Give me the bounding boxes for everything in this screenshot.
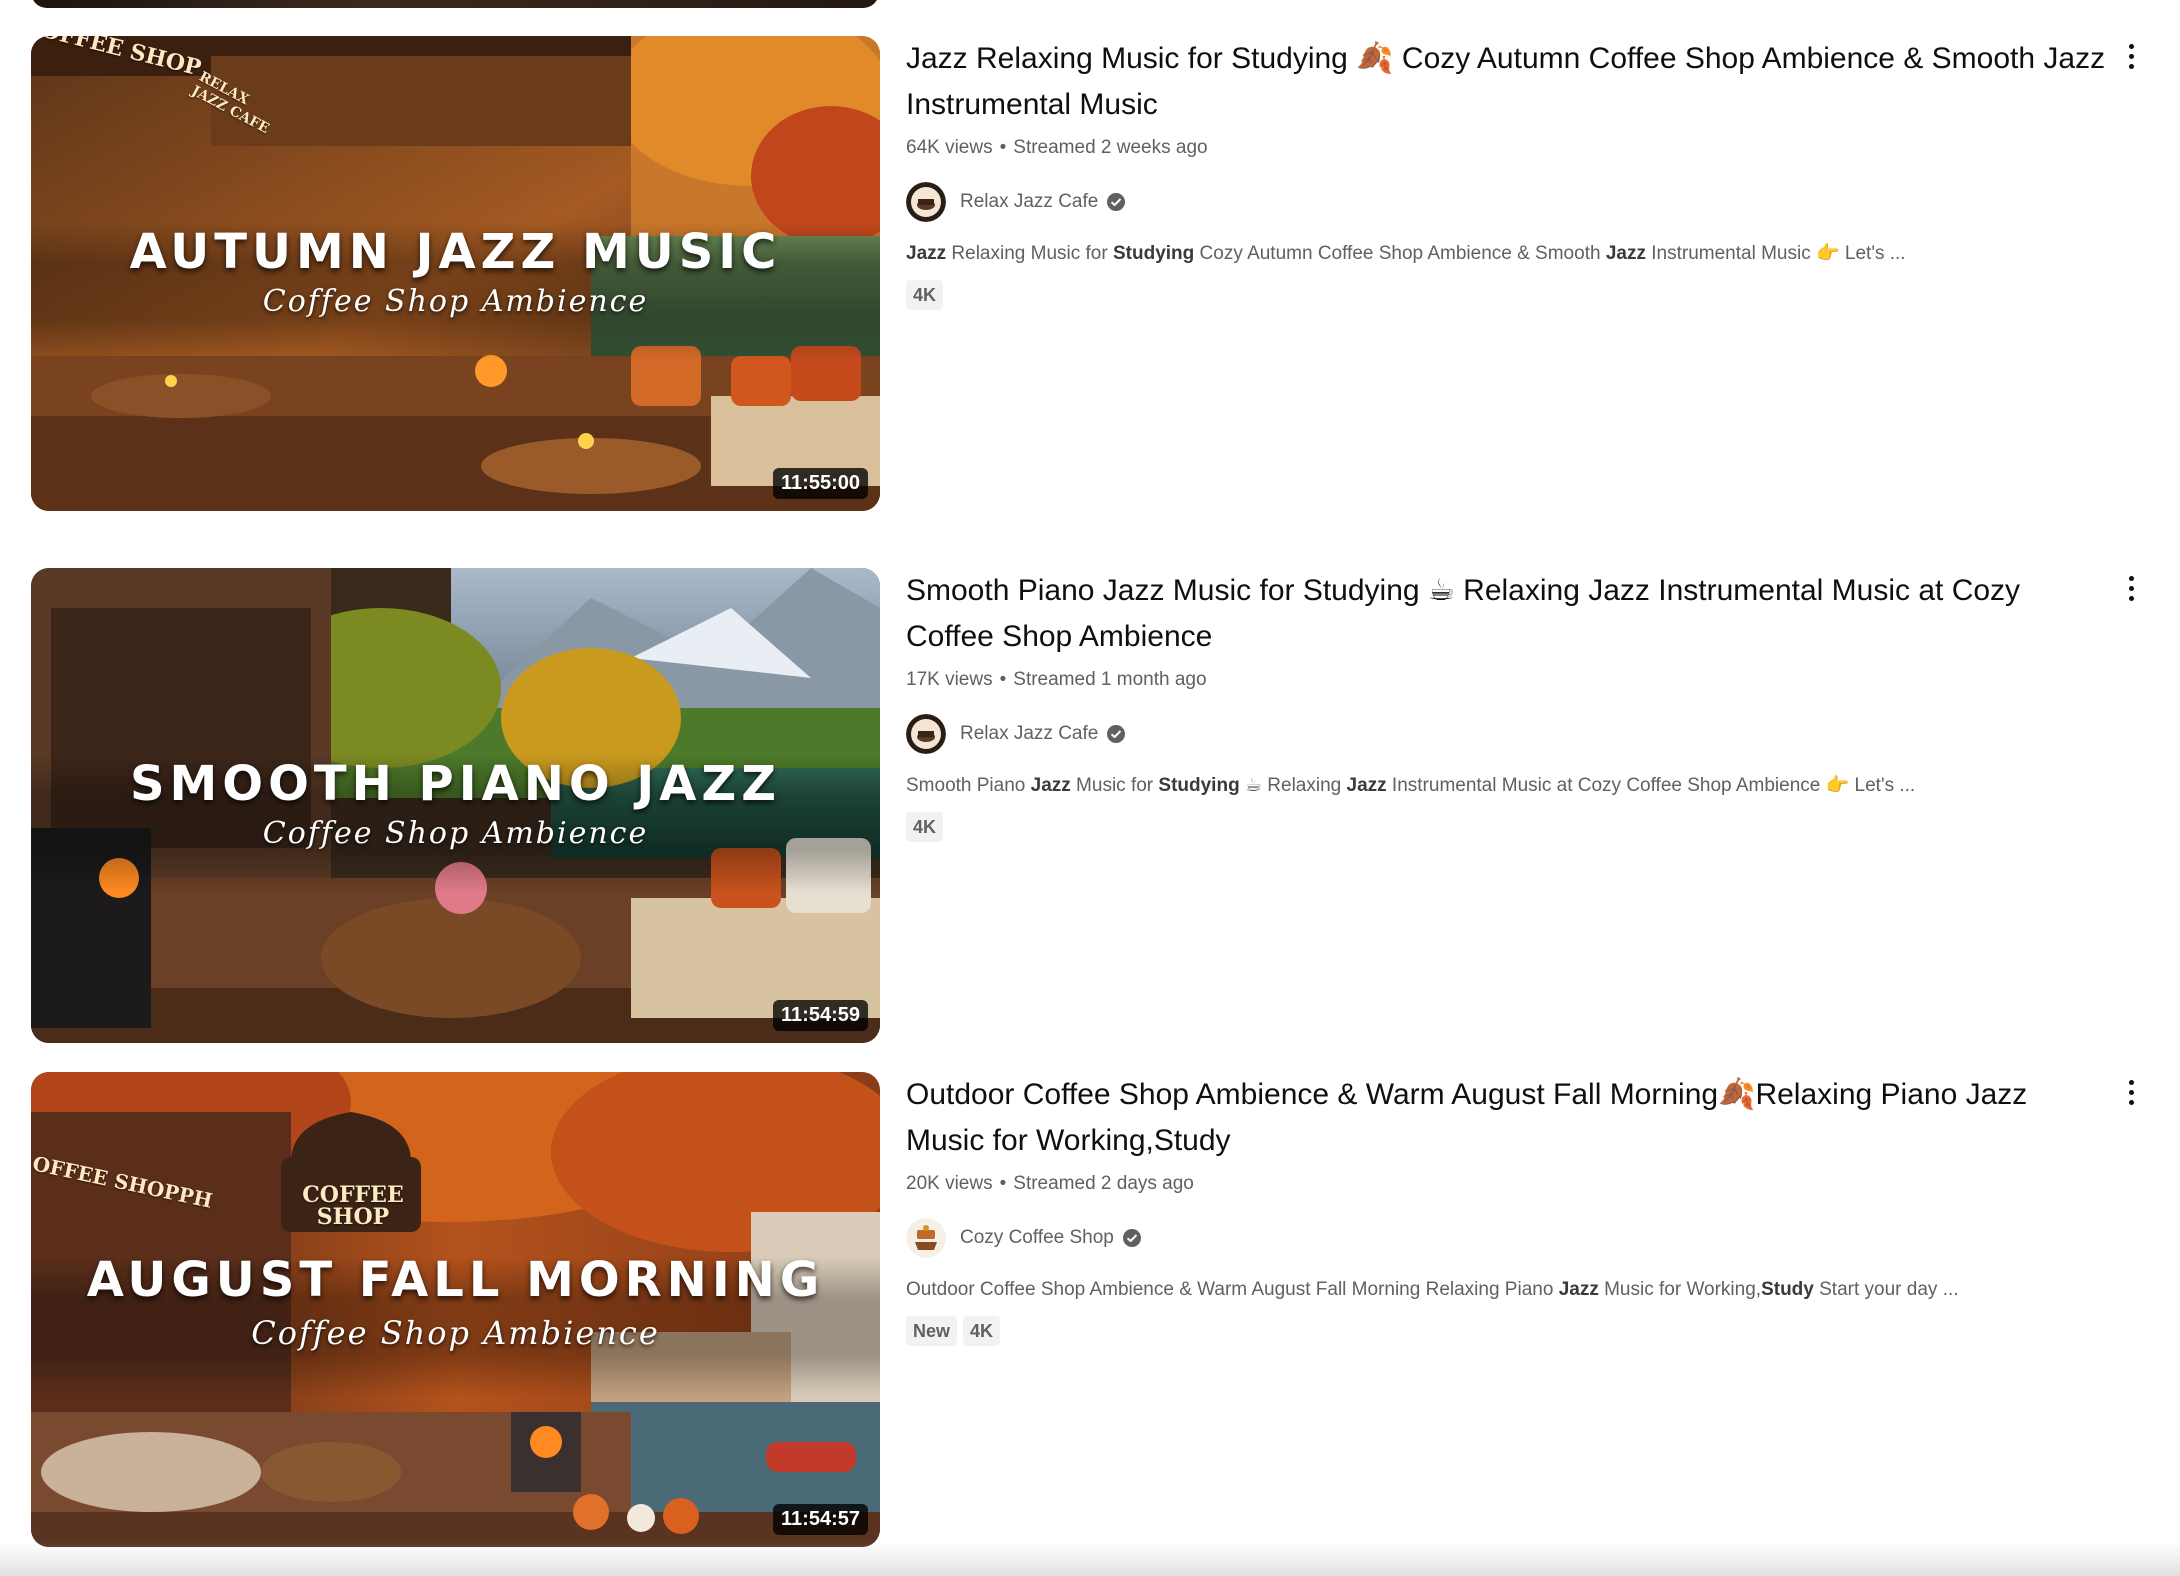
channel-avatar[interactable] (906, 182, 946, 222)
description-text: Smooth Piano (906, 775, 1031, 796)
verified-check-icon (1107, 193, 1126, 211)
video-thumbnail[interactable]: SMOOTH PIANO JAZZ Coffee Shop Ambience 1… (31, 568, 880, 1043)
thumbnail-sign-text: COFFEE SHOP (302, 1182, 404, 1230)
meta-separator: • (999, 1173, 1007, 1194)
description-keyword: Jazz (1030, 775, 1071, 796)
video-title-text: Smooth Piano Jazz Music for Studying (906, 574, 1428, 607)
quality-badge-4k: 4K (906, 280, 944, 310)
thumbnail-title: AUGUST FALL MORNING (86, 1252, 825, 1308)
description-text: ☕ Relaxing (1239, 775, 1347, 796)
verified-check-icon (1122, 1229, 1141, 1247)
quality-badge-4k: 4K (963, 1316, 1001, 1346)
channel-link[interactable]: Relax Jazz Cafe (906, 712, 2106, 756)
description-text: Start your day ... (1813, 1279, 1959, 1300)
description-keyword: Studying (1158, 775, 1240, 796)
upload-age: Streamed 1 month ago (1013, 669, 1207, 690)
view-count: 20K views (906, 1173, 993, 1194)
meta-separator: • (999, 137, 1007, 158)
description-keyword: Jazz (1346, 775, 1387, 796)
description-text: Instrumental Music 👉 Let's ... (1645, 243, 1906, 264)
description-keyword: Jazz (1605, 243, 1646, 264)
channel-name[interactable]: Relax Jazz Cafe (960, 723, 1098, 745)
bottom-fade (0, 1542, 2180, 1576)
video-thumbnail[interactable]: OFFEE SHOP RELAX JAZZ CAFE AUTUMN JAZZ M… (31, 36, 880, 511)
description-keyword: Jazz (1558, 1279, 1599, 1300)
video-description-snippet: Jazz Relaxing Music for Studying Cozy Au… (906, 240, 2106, 268)
video-result: OFFEE SHOP RELAX JAZZ CAFE AUTUMN JAZZ M… (31, 36, 2151, 511)
video-metadata: 17K views • Streamed 1 month ago (906, 666, 2106, 694)
channel-name[interactable]: Relax Jazz Cafe (960, 191, 1098, 213)
video-thumbnail[interactable]: COFFEE SHOP OFFEE SHOPPH AUGUST FALL MOR… (31, 1072, 880, 1547)
video-metadata: 64K views • Streamed 2 weeks ago (906, 134, 2106, 162)
search-results-page: OFFEE SHOP RELAX JAZZ CAFE AUTUMN JAZZ M… (0, 0, 2180, 1576)
video-result: SMOOTH PIANO JAZZ Coffee Shop Ambience 1… (31, 568, 2151, 1043)
thumbnail-subtitle: Coffee Shop Ambience (251, 1314, 660, 1352)
description-keyword: Studying (1112, 243, 1195, 264)
channel-name[interactable]: Cozy Coffee Shop (960, 1227, 1114, 1249)
channel-link[interactable]: Relax Jazz Cafe (906, 180, 2106, 224)
video-details: Jazz Relaxing Music for Studying 🍂 Cozy … (906, 36, 2106, 310)
description-keyword: Study (1761, 1279, 1814, 1300)
new-badge: New (906, 1316, 958, 1346)
video-result: COFFEE SHOP OFFEE SHOPPH AUGUST FALL MOR… (31, 1072, 2151, 1547)
description-text: Instrumental Music at Cozy Coffee Shop A… (1386, 775, 1916, 796)
video-title-text: Jazz Relaxing Music for Studying (906, 42, 1357, 75)
video-title-text: Outdoor Coffee Shop Ambience & Warm Augu… (906, 1078, 1719, 1111)
description-text: Outdoor Coffee Shop Ambience & Warm Augu… (906, 1279, 1559, 1300)
meta-separator: • (999, 669, 1007, 690)
description-text: Music for (1070, 775, 1159, 796)
upload-age: Streamed 2 days ago (1013, 1173, 1194, 1194)
view-count: 17K views (906, 669, 993, 690)
channel-link[interactable]: Cozy Coffee Shop (906, 1216, 2106, 1260)
channel-avatar[interactable] (906, 714, 946, 754)
view-count: 64K views (906, 137, 993, 158)
description-text: Cozy Autumn Coffee Shop Ambience & Smoot… (1194, 243, 1606, 264)
badge-row: 4K (906, 280, 2106, 310)
upload-age: Streamed 2 weeks ago (1013, 137, 1208, 158)
video-duration-badge: 11:54:59 (773, 1000, 868, 1031)
description-text: Relaxing Music for (946, 243, 1113, 264)
thumbnail-title: SMOOTH PIANO JAZZ (129, 756, 782, 812)
video-title-link[interactable]: Jazz Relaxing Music for Studying 🍂 Cozy … (906, 36, 2106, 128)
more-vert-icon[interactable] (2111, 36, 2151, 76)
verified-check-icon (1107, 725, 1126, 743)
video-title-link[interactable]: Outdoor Coffee Shop Ambience & Warm Augu… (906, 1072, 2106, 1164)
more-vert-icon[interactable] (2111, 1072, 2151, 1112)
video-duration-badge: 11:54:57 (773, 1504, 868, 1535)
leaf-emoji: 🍂 (1718, 1078, 1756, 1111)
previous-result-thumbnail-edge[interactable] (31, 0, 879, 8)
channel-avatar[interactable] (906, 1218, 946, 1258)
video-metadata: 20K views • Streamed 2 days ago (906, 1170, 2106, 1198)
leaf-emoji: 🍂 (1356, 42, 1394, 75)
video-description-snippet: Smooth Piano Jazz Music for Studying ☕ R… (906, 772, 2106, 800)
quality-badge-4k: 4K (906, 812, 944, 842)
thumbnail-title: AUTUMN JAZZ MUSIC (129, 224, 782, 280)
more-vert-icon[interactable] (2111, 568, 2151, 608)
description-text: Music for Working, (1598, 1279, 1762, 1300)
video-title-link[interactable]: Smooth Piano Jazz Music for Studying ☕ R… (906, 568, 2106, 660)
video-description-snippet: Outdoor Coffee Shop Ambience & Warm Augu… (906, 1276, 2106, 1304)
description-keyword: Jazz (906, 243, 947, 264)
video-details: Smooth Piano Jazz Music for Studying ☕ R… (906, 568, 2106, 842)
thumbnail-subtitle: Coffee Shop Ambience (262, 284, 649, 319)
badge-row: New 4K (906, 1316, 2106, 1346)
video-details: Outdoor Coffee Shop Ambience & Warm Augu… (906, 1072, 2106, 1346)
coffee-emoji: ☕ (1427, 574, 1455, 607)
thumbnail-subtitle: Coffee Shop Ambience (262, 816, 649, 851)
badge-row: 4K (906, 812, 2106, 842)
video-duration-badge: 11:55:00 (773, 468, 868, 499)
